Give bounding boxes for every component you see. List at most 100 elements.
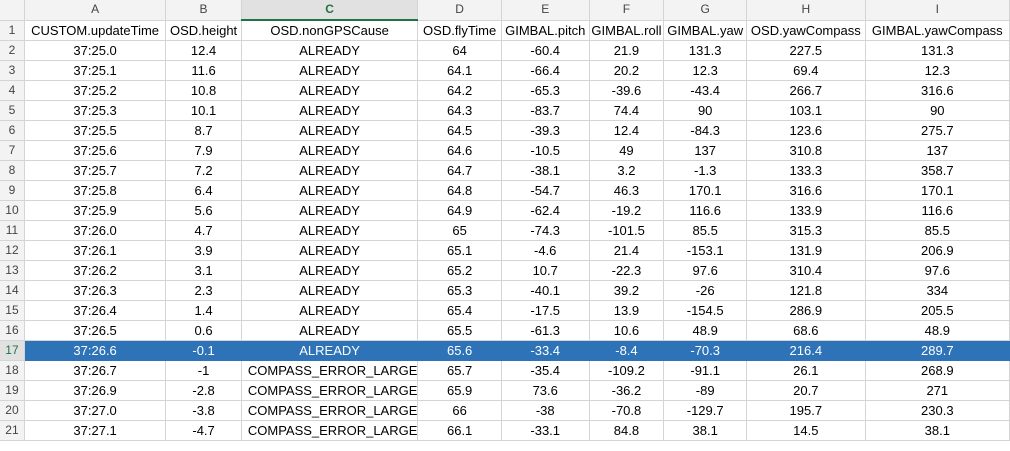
grid-cell[interactable]: 227.5 bbox=[746, 40, 866, 61]
grid-cell[interactable]: ALREADY bbox=[241, 240, 419, 261]
grid-cell[interactable]: -153.1 bbox=[663, 240, 748, 261]
grid-cell[interactable]: ALREADY bbox=[241, 40, 419, 61]
grid-cell[interactable]: 10.8 bbox=[165, 80, 242, 101]
grid-cell[interactable]: 3.9 bbox=[165, 240, 242, 261]
grid-cell[interactable]: 64.3 bbox=[417, 100, 502, 121]
grid-cell[interactable]: 48.9 bbox=[663, 320, 748, 341]
grid-cell[interactable]: 37:25.3 bbox=[24, 100, 167, 121]
row-header[interactable]: 8 bbox=[0, 160, 25, 181]
grid-cell[interactable]: -54.7 bbox=[501, 180, 590, 201]
grid-cell[interactable]: -10.5 bbox=[501, 140, 590, 161]
grid-cell[interactable]: 20.2 bbox=[589, 60, 665, 81]
grid-cell[interactable]: 116.6 bbox=[865, 200, 1010, 221]
grid-cell[interactable]: 37:26.9 bbox=[24, 380, 167, 401]
grid-cell[interactable]: 14.5 bbox=[746, 420, 866, 441]
grid-cell[interactable]: 37:26.6 bbox=[24, 340, 167, 361]
grid-cell[interactable]: -83.7 bbox=[501, 100, 590, 121]
row-header[interactable]: 7 bbox=[0, 140, 25, 161]
row-header[interactable]: 2 bbox=[0, 40, 25, 61]
row-header[interactable]: 1 bbox=[0, 20, 25, 41]
grid-cell[interactable]: 65.4 bbox=[417, 300, 502, 321]
grid-cell[interactable]: -39.3 bbox=[501, 120, 590, 141]
grid-cell[interactable]: 37:26.3 bbox=[24, 280, 167, 301]
grid-cell[interactable]: 12.3 bbox=[865, 60, 1010, 81]
grid-cell[interactable]: 21.4 bbox=[589, 240, 665, 261]
grid-cell[interactable]: 37:26.1 bbox=[24, 240, 167, 261]
grid-cell[interactable]: -1.3 bbox=[663, 160, 748, 181]
grid-cell[interactable]: 137 bbox=[663, 140, 748, 161]
grid-cell[interactable]: 39.2 bbox=[589, 280, 665, 301]
grid-cell[interactable]: COMPASS_ERROR_LARGE bbox=[241, 360, 419, 381]
grid-cell[interactable]: OSD.yawCompass bbox=[746, 20, 866, 41]
grid-cell[interactable]: 37:25.5 bbox=[24, 120, 167, 141]
grid-cell[interactable]: 38.1 bbox=[865, 420, 1010, 441]
row-header[interactable]: 3 bbox=[0, 60, 25, 81]
grid-cell[interactable]: 170.1 bbox=[865, 180, 1010, 201]
grid-cell[interactable]: 316.6 bbox=[865, 80, 1010, 101]
grid-cell[interactable]: 46.3 bbox=[589, 180, 665, 201]
grid-cell[interactable]: 85.5 bbox=[663, 220, 748, 241]
grid-cell[interactable]: ALREADY bbox=[241, 340, 419, 361]
grid-cell[interactable]: 37:26.5 bbox=[24, 320, 167, 341]
grid-cell[interactable]: 12.3 bbox=[663, 60, 748, 81]
grid-cell[interactable]: -62.4 bbox=[501, 200, 590, 221]
grid-cell[interactable]: 64.5 bbox=[417, 120, 502, 141]
grid-cell[interactable]: 66 bbox=[417, 400, 502, 421]
grid-cell[interactable]: 8.7 bbox=[165, 120, 242, 141]
grid-cell[interactable]: -154.5 bbox=[663, 300, 748, 321]
column-header-a[interactable]: A bbox=[24, 0, 167, 21]
grid-cell[interactable]: 64.6 bbox=[417, 140, 502, 161]
grid-cell[interactable]: 230.3 bbox=[865, 400, 1010, 421]
grid-cell[interactable]: 0.6 bbox=[165, 320, 242, 341]
row-header[interactable]: 16 bbox=[0, 320, 25, 341]
grid-cell[interactable]: 286.9 bbox=[746, 300, 866, 321]
grid-cell[interactable]: -4.6 bbox=[501, 240, 590, 261]
grid-cell[interactable]: 12.4 bbox=[165, 40, 242, 61]
column-header-h[interactable]: H bbox=[746, 0, 866, 21]
grid-cell[interactable]: 65.6 bbox=[417, 340, 502, 361]
row-header[interactable]: 12 bbox=[0, 240, 25, 261]
grid-cell[interactable]: 170.1 bbox=[663, 180, 748, 201]
grid-cell[interactable]: 48.9 bbox=[865, 320, 1010, 341]
grid-cell[interactable]: 137 bbox=[865, 140, 1010, 161]
grid-cell[interactable]: 195.7 bbox=[746, 400, 866, 421]
grid-cell[interactable]: -8.4 bbox=[589, 340, 665, 361]
grid-cell[interactable]: 5.6 bbox=[165, 200, 242, 221]
column-header-e[interactable]: E bbox=[501, 0, 590, 21]
grid-cell[interactable]: 37:26.4 bbox=[24, 300, 167, 321]
grid-cell[interactable]: 275.7 bbox=[865, 120, 1010, 141]
grid-cell[interactable]: GIMBAL.yaw bbox=[663, 20, 748, 41]
column-header-g[interactable]: G bbox=[663, 0, 748, 21]
grid-cell[interactable]: -3.8 bbox=[165, 400, 242, 421]
grid-cell[interactable]: 64.7 bbox=[417, 160, 502, 181]
grid-cell[interactable]: 65.5 bbox=[417, 320, 502, 341]
grid-cell[interactable]: 37:26.0 bbox=[24, 220, 167, 241]
column-header-f[interactable]: F bbox=[589, 0, 665, 21]
grid-cell[interactable]: -2.8 bbox=[165, 380, 242, 401]
grid-cell[interactable]: 7.2 bbox=[165, 160, 242, 181]
grid-cell[interactable]: 131.3 bbox=[663, 40, 748, 61]
grid-cell[interactable]: 65.1 bbox=[417, 240, 502, 261]
grid-cell[interactable]: 74.4 bbox=[589, 100, 665, 121]
grid-cell[interactable]: -60.4 bbox=[501, 40, 590, 61]
grid-cell[interactable]: 37:25.7 bbox=[24, 160, 167, 181]
grid-cell[interactable]: ALREADY bbox=[241, 80, 419, 101]
grid-cell[interactable]: 12.4 bbox=[589, 120, 665, 141]
grid-cell[interactable]: 131.3 bbox=[865, 40, 1010, 61]
grid-cell[interactable]: GIMBAL.pitch bbox=[501, 20, 590, 41]
grid-cell[interactable]: 64.9 bbox=[417, 200, 502, 221]
grid-cell[interactable]: -39.6 bbox=[589, 80, 665, 101]
grid-cell[interactable]: 216.4 bbox=[746, 340, 866, 361]
row-header[interactable]: 20 bbox=[0, 400, 25, 421]
grid-cell[interactable]: ALREADY bbox=[241, 140, 419, 161]
grid-cell[interactable]: 310.4 bbox=[746, 260, 866, 281]
row-header[interactable]: 19 bbox=[0, 380, 25, 401]
row-header[interactable]: 14 bbox=[0, 280, 25, 301]
grid-cell[interactable]: 64.1 bbox=[417, 60, 502, 81]
grid-cell[interactable]: 90 bbox=[663, 100, 748, 121]
grid-cell[interactable]: 4.7 bbox=[165, 220, 242, 241]
grid-cell[interactable]: 268.9 bbox=[865, 360, 1010, 381]
grid-cell[interactable]: 10.7 bbox=[501, 260, 590, 281]
grid-cell[interactable]: -43.4 bbox=[663, 80, 748, 101]
grid-cell[interactable]: 315.3 bbox=[746, 220, 866, 241]
